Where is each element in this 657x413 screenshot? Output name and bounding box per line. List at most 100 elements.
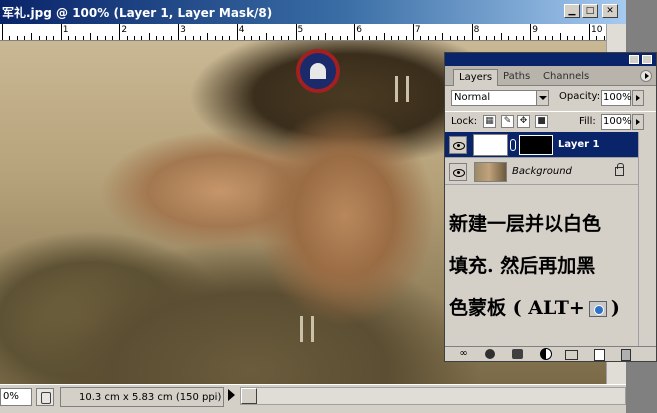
palette-menu-button[interactable] <box>640 70 652 82</box>
ruler-minor-tick <box>46 36 48 40</box>
scroll-left-button[interactable] <box>241 388 257 404</box>
ruler-minor-tick <box>493 36 495 40</box>
ruler-minor-tick <box>214 36 216 40</box>
palette-bottom-toolbar: ∞ <box>445 346 656 361</box>
delete-layer-icon[interactable] <box>619 348 632 360</box>
ruler-minor-tick <box>398 36 400 40</box>
ruler-minor-tick <box>68 36 70 40</box>
ruler-minor-tick <box>229 36 231 40</box>
new-group-icon[interactable] <box>565 348 578 360</box>
ruler-minor-tick <box>53 36 55 40</box>
ruler-minor-tick <box>244 36 246 40</box>
minimize-button[interactable]: ▁ <box>564 4 580 18</box>
layer-row-layer-1[interactable]: Layer 1 <box>445 132 638 158</box>
link-icon[interactable]: ∞ <box>457 348 470 360</box>
ruler-number: 2 <box>121 25 128 35</box>
ruler-minor-tick <box>442 33 444 40</box>
ruler-minor-tick <box>339 36 341 40</box>
ruler-minor-tick <box>16 36 18 40</box>
ruler-minor-tick <box>75 36 77 40</box>
add-mask-icon <box>588 301 607 317</box>
ruler-minor-tick <box>486 36 488 40</box>
ruler-minor-tick <box>361 36 363 40</box>
ruler-number: 4 <box>238 25 245 35</box>
ruler-number: 1 <box>62 25 69 35</box>
cap-insignia-image <box>395 76 409 102</box>
ruler-minor-tick <box>310 36 312 40</box>
annotation-line-3-suffix: ) <box>610 297 620 319</box>
transparency-lock-icon[interactable]: ▦ <box>483 115 496 128</box>
ruler-minor-tick <box>427 36 429 40</box>
ruler-minor-tick <box>420 36 422 40</box>
ruler-minor-tick <box>464 36 466 40</box>
close-button[interactable]: ✕ <box>602 4 618 18</box>
annotation-line-3-prefix: 色蒙板 ( ALT+ <box>449 297 585 319</box>
opacity-field[interactable]: 100% <box>601 90 632 106</box>
ruler-minor-tick <box>544 36 546 40</box>
maximize-button[interactable]: □ <box>582 4 598 18</box>
cap-badge-image <box>296 49 340 93</box>
ruler-minor-tick <box>449 36 451 40</box>
horizontal-scrollbar[interactable] <box>240 387 626 405</box>
ruler-minor-tick <box>141 36 143 40</box>
ruler-minor-tick <box>90 33 92 40</box>
document-titlebar[interactable]: 军礼.jpg @ 100% (Layer 1, Layer Mask/8) ▁ … <box>0 0 626 24</box>
ruler-major-tick <box>2 24 3 40</box>
opacity-slider-button[interactable] <box>632 90 644 106</box>
status-bar: 0% 10.3 cm x 5.83 cm (150 ppi) <box>0 384 626 413</box>
ruler-major-tick <box>530 24 532 40</box>
annotation-line-2: 填充. 然后再加黑 <box>449 255 596 277</box>
ruler-minor-tick <box>368 36 370 40</box>
palette-close-button[interactable] <box>642 55 652 64</box>
fill-field[interactable]: 100% <box>601 114 632 130</box>
ruler-major-tick <box>412 24 414 40</box>
new-layer-icon[interactable] <box>593 348 606 360</box>
tab-paths[interactable]: Paths <box>498 69 535 86</box>
tab-channels[interactable]: Channels <box>538 69 594 86</box>
ruler-number: 3 <box>180 25 186 35</box>
layer-thumbnail[interactable] <box>474 162 507 182</box>
layer-name[interactable]: Background <box>512 166 572 177</box>
ruler-minor-tick <box>207 33 209 40</box>
fill-slider-button[interactable] <box>632 114 644 130</box>
chain-link-icon[interactable] <box>510 139 516 151</box>
ruler-minor-tick <box>332 36 334 40</box>
ruler-minor-tick <box>170 36 172 40</box>
layer-thumbnail[interactable] <box>473 134 508 156</box>
ruler-major-tick <box>295 24 297 40</box>
palette-minimize-button[interactable] <box>629 55 639 64</box>
blend-mode-select[interactable]: Normal <box>451 90 549 106</box>
layer-row-background[interactable]: Background <box>445 159 638 185</box>
ruler-minor-tick <box>266 33 268 40</box>
ruler-minor-tick <box>38 36 40 40</box>
status-menu-arrow-icon[interactable] <box>228 389 235 401</box>
add-mask-icon[interactable] <box>511 348 524 360</box>
ruler-minor-tick <box>346 36 348 40</box>
collar-insignia-image <box>300 316 314 342</box>
ruler-minor-tick <box>456 36 458 40</box>
tab-layers[interactable]: Layers <box>453 69 499 86</box>
all-lock-icon[interactable]: ■ <box>535 115 548 128</box>
visibility-eye-icon[interactable] <box>449 136 467 154</box>
layer-name[interactable]: Layer 1 <box>558 139 599 150</box>
document-status-icon[interactable] <box>36 388 54 406</box>
adjustment-layer-icon[interactable] <box>539 348 552 360</box>
horizontal-ruler[interactable]: 1 2 3 4 5 6 7 8 9 10 <box>0 24 606 41</box>
ruler-minor-tick <box>185 36 187 40</box>
palette-titlebar[interactable] <box>445 53 656 66</box>
layer-mask-thumbnail[interactable] <box>519 135 553 155</box>
visibility-eye-icon[interactable] <box>449 163 467 181</box>
ruler-minor-tick <box>200 36 202 40</box>
layer-style-icon[interactable] <box>483 348 496 360</box>
move-lock-icon[interactable]: ✥ <box>517 115 530 128</box>
zoom-level-field[interactable]: 0% <box>0 388 32 406</box>
ruler-minor-tick <box>390 36 392 40</box>
brush-lock-icon[interactable]: ✎ <box>501 115 514 128</box>
document-title: 军礼.jpg @ 100% (Layer 1, Layer Mask/8) <box>2 6 273 20</box>
ruler-minor-tick <box>251 36 253 40</box>
ruler-minor-tick <box>324 33 326 40</box>
ruler-minor-tick <box>273 36 275 40</box>
opacity-label: Opacity: <box>559 91 601 102</box>
ruler-minor-tick <box>522 36 524 40</box>
ruler-minor-tick <box>559 33 561 40</box>
